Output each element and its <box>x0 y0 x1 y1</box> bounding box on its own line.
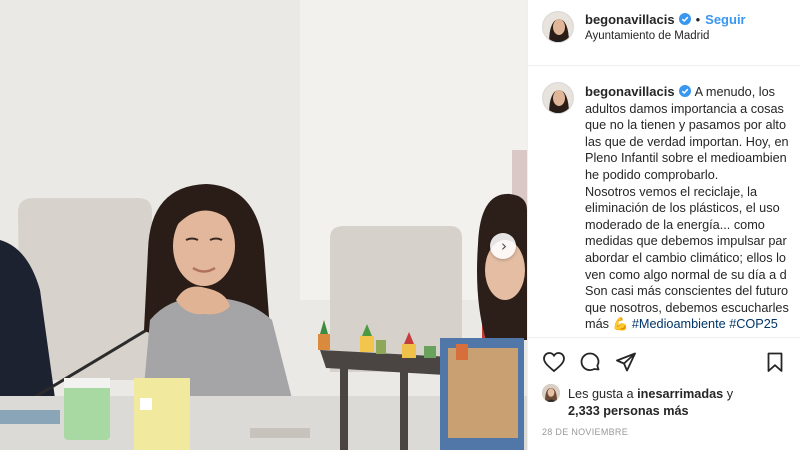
caption-area: begonavillacis A menudo, los adultos damo… <box>528 0 800 337</box>
liker-avatar[interactable] <box>542 384 560 402</box>
heart-icon[interactable] <box>542 350 566 374</box>
share-icon[interactable] <box>614 350 638 374</box>
photo-scene <box>0 0 527 450</box>
liker-username-link[interactable]: inesarrimadas <box>637 387 723 401</box>
caption-line: que nosotros, debemos escucharles <box>585 300 789 315</box>
caption-line: begonavillacis A menudo, los <box>585 84 800 101</box>
likes-and: y <box>726 387 734 401</box>
caption-line: he podido comprobarlo. <box>585 167 719 182</box>
caption-line: Son casi más conscientes del futuro <box>585 284 789 299</box>
bookmark-icon[interactable] <box>763 350 787 374</box>
comment-icon[interactable] <box>578 350 602 374</box>
post-photo[interactable]: › <box>0 0 527 450</box>
caption-line: eliminación de los plásticos, el uso <box>585 201 780 216</box>
avatar-image <box>543 83 573 113</box>
caption-text: A menudo, los <box>694 85 775 99</box>
post-actions: Les gusta a inesarrimadas y 2,333 person… <box>528 337 800 450</box>
post-date[interactable]: 28 DE NOVIEMBRE <box>542 427 628 437</box>
caption-line: adultos damos importancia a cosas <box>585 101 784 116</box>
post-caption: begonavillacis A menudo, los adultos damo… <box>585 84 800 333</box>
caption-line: que no la tienen y pasamos por alto <box>585 118 787 133</box>
likes-count-link[interactable]: 2,333 personas más <box>568 404 689 418</box>
likes-count-line: 2,333 personas más <box>542 403 792 420</box>
caption-line: medidas que debemos impulsar par <box>585 234 787 249</box>
hashtag-link[interactable]: #COP25 <box>729 317 778 331</box>
caption-line: moderado de la energía... como <box>585 217 765 232</box>
caption-line: las que de verdad importan. Hoy, en <box>585 134 789 149</box>
caption-username-link[interactable]: begonavillacis <box>585 84 675 99</box>
caption-line: ven como algo normal de su día a d <box>585 267 787 282</box>
carousel-next-button[interactable]: › <box>490 233 516 259</box>
caption-line: abordar el cambio climático; ellos lo <box>585 250 786 265</box>
hashtag-link[interactable]: #Medioambiente <box>632 317 726 331</box>
action-bar <box>542 350 638 374</box>
verified-badge-icon <box>678 85 691 97</box>
likes-summary: Les gusta a inesarrimadas y 2,333 person… <box>542 384 792 420</box>
caption-line: más 💪 #Medioambiente #COP25 <box>585 316 800 333</box>
chevron-right-icon: › <box>501 236 507 255</box>
flexed-biceps-emoji: 💪 <box>612 316 629 332</box>
caption-avatar[interactable] <box>542 82 574 114</box>
likes-line: Les gusta a inesarrimadas y <box>542 384 734 402</box>
post-side-panel: begonavillacis • Seguir Ayuntamiento de … <box>527 0 800 450</box>
likes-prefix: Les gusta a <box>568 387 634 401</box>
caption-line: Nosotros vemos el reciclaje, la <box>585 184 758 199</box>
caption-line: Pleno Infantil sobre el medioambien <box>585 151 787 166</box>
caption-text: más <box>585 317 609 332</box>
